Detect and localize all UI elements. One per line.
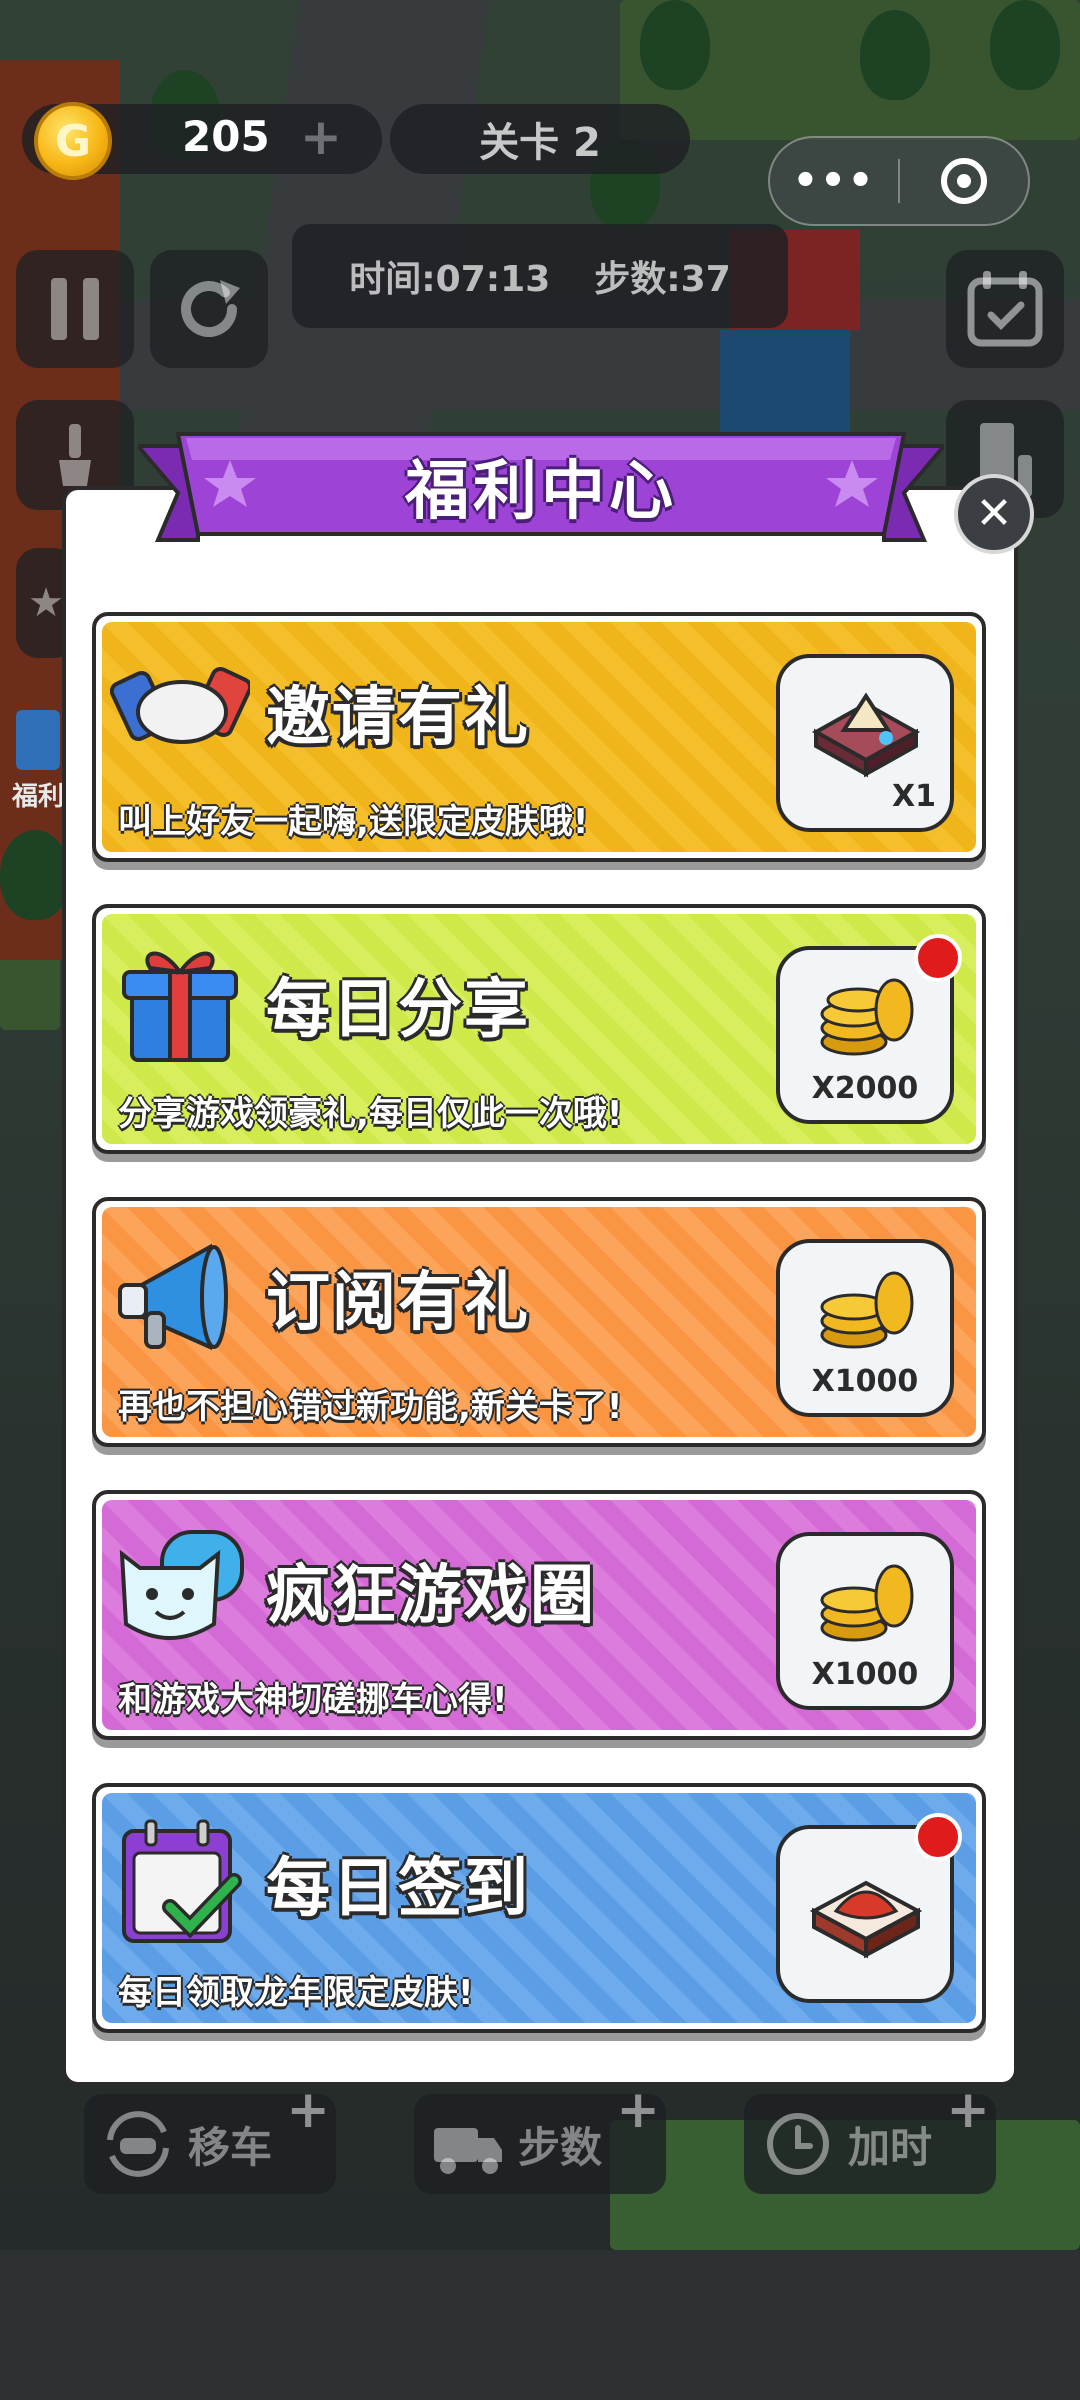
close-icon: ✕ (975, 488, 1013, 539)
coin-stack-icon (820, 1564, 914, 1642)
restart-icon (181, 280, 240, 338)
restart-button[interactable] (150, 250, 268, 368)
steps-readout: 步数:37 (594, 259, 731, 300)
reward-slot: X1000 (776, 1532, 954, 1710)
chat-bubble-icon (119, 1530, 244, 1640)
calendar-check-icon (122, 1819, 242, 1943)
card-title: 邀请有礼 (266, 681, 530, 755)
card-title: 每日分享 (266, 973, 530, 1047)
card-description: 每日领取龙年限定皮肤! (118, 1973, 474, 2013)
plus-icon: + (286, 2080, 330, 2140)
invite-reward-card[interactable]: 邀请有礼 叫上好友一起嗨,送限定皮肤哦! X1 (92, 612, 986, 862)
subscribe-reward-card[interactable]: 订阅有礼 再也不担心错过新功能,新关卡了! X1000 (92, 1197, 986, 1447)
skin-icon (811, 692, 921, 778)
clock-icon (767, 2113, 829, 2175)
move-car-button[interactable]: 移车 + (84, 2080, 336, 2194)
steps-button[interactable]: 步数 + (414, 2080, 666, 2194)
card-title: 订阅有礼 (266, 1266, 530, 1340)
gold-coin-icon: G (34, 102, 112, 180)
card-description: 和游戏大神切磋挪车心得! (118, 1680, 508, 1720)
game-circle-card[interactable]: 疯狂游戏圈 和游戏大神切磋挪车心得! X1000 (92, 1490, 986, 1740)
side-welfare-entry[interactable]: 福利 (8, 700, 68, 830)
add-coins-button[interactable]: + (300, 108, 342, 166)
coin-value: 205 (182, 112, 270, 161)
add-time-label: 加时 (848, 2122, 933, 2172)
notification-dot (914, 1813, 962, 1861)
time-steps-panel: 时间:07:13 步数:37 (292, 224, 788, 328)
star-icon: ★ (28, 580, 64, 626)
card-title: 疯狂游戏圈 (266, 1559, 596, 1633)
reward-count: X1000 (811, 1364, 919, 1399)
megaphone-icon (118, 1243, 228, 1351)
plus-icon: + (946, 2080, 990, 2140)
miniprogram-capsule: ••• (768, 136, 1030, 226)
reward-slot: X2000 (776, 934, 962, 1124)
reward-slot: X1 (776, 654, 954, 832)
pause-icon (51, 278, 99, 340)
card-description: 再也不担心错过新功能,新关卡了! (118, 1387, 623, 1427)
gift-icon (16, 710, 60, 770)
reward-slot: X1000 (776, 1239, 954, 1417)
close-dialog-button[interactable]: ✕ (954, 474, 1034, 554)
reward-slot (776, 1813, 962, 2003)
move-car-label: 移车 (188, 2122, 273, 2172)
daily-share-card[interactable]: 每日分享 分享游戏领豪礼,每日仅此一次哦! X2000 (92, 904, 986, 1154)
add-time-button[interactable]: 加时 + (744, 2080, 996, 2194)
target-icon (941, 158, 987, 204)
coin-stack-icon (820, 978, 914, 1056)
more-menu-button[interactable]: ••• (770, 161, 898, 201)
reward-count: X1000 (811, 1657, 919, 1692)
steps-label: 步数 (518, 2122, 603, 2172)
daily-checkin-card[interactable]: 每日签到 每日领取龙年限定皮肤! (92, 1783, 986, 2033)
car-refresh-icon (107, 2111, 169, 2177)
level-indicator: 关卡 2 (390, 104, 690, 174)
handshake-icon (110, 666, 250, 744)
reward-count: X1 (891, 779, 936, 814)
calendar-check-icon (967, 271, 1043, 347)
calendar-button[interactable] (946, 250, 1064, 368)
truck-icon (434, 2128, 502, 2174)
gift-box-icon (122, 951, 238, 1062)
coin-stack-icon (820, 1271, 914, 1349)
pause-button[interactable] (16, 250, 134, 368)
card-description: 叫上好友一起嗨,送限定皮肤哦! (118, 802, 589, 842)
card-description: 分享游戏领豪礼,每日仅此一次哦! (118, 1094, 623, 1134)
dialog-title: 福利中心 (405, 455, 677, 529)
plus-icon: + (616, 2080, 660, 2140)
card-title: 每日签到 (266, 1852, 530, 1926)
brush-icon (59, 424, 91, 486)
time-readout: 时间:07:13 (349, 259, 551, 300)
side-welfare-label: 福利 (11, 782, 64, 812)
reward-count: X2000 (811, 1071, 919, 1106)
notification-dot (914, 934, 962, 982)
close-miniprogram-button[interactable] (900, 158, 1028, 204)
dragon-skin-icon (809, 1880, 923, 1959)
